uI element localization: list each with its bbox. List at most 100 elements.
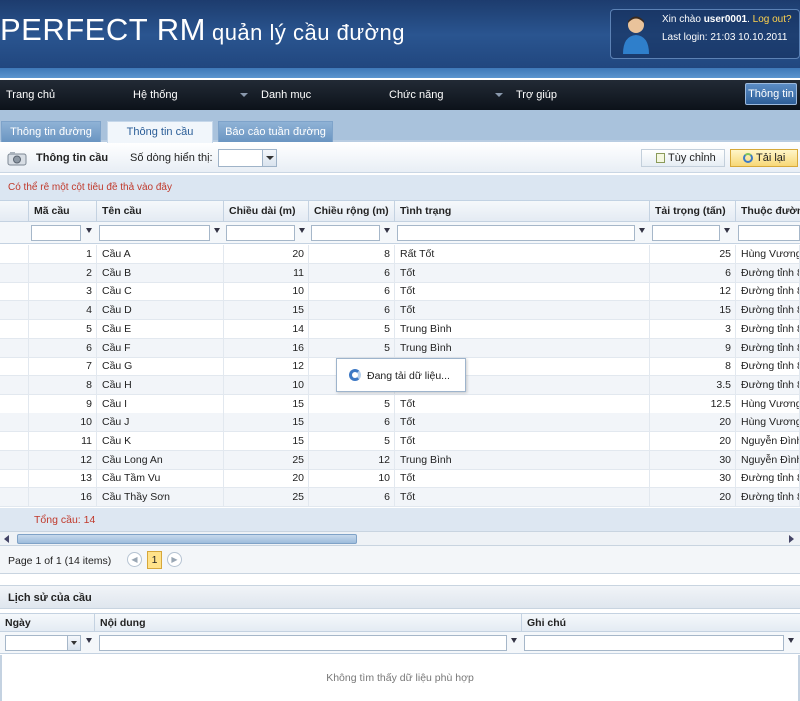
table-cell-length: 25 xyxy=(224,450,309,470)
filter-icon[interactable] xyxy=(214,228,220,233)
table-cell-id: 10 xyxy=(29,413,97,433)
row-indicator-cell[interactable] xyxy=(0,375,29,395)
filter-road[interactable] xyxy=(738,225,800,241)
logout-link[interactable]: Log out? xyxy=(753,14,792,25)
app-header: PERFECT RM quản lý cầu đường Xin chào use… xyxy=(0,0,800,78)
table-cell-id: 1 xyxy=(29,245,97,264)
header-note[interactable]: Ghi chú xyxy=(522,614,800,633)
history-filter-row xyxy=(0,632,800,654)
filter-length[interactable] xyxy=(226,225,295,241)
tab-road-info[interactable]: Thông tin đường xyxy=(1,121,101,142)
header-road[interactable]: Thuộc đường xyxy=(736,201,800,222)
header-width[interactable]: Chiều rộng (m) xyxy=(309,201,395,222)
last-login: Last login: 21:03 10.10.2011 xyxy=(662,32,788,43)
table-row[interactable]: 6 Cầu F 16 5 Trung Bình 9 Đường tỉnh 8 xyxy=(0,338,800,358)
table-row[interactable]: 3 Cầu C 10 6 Tốt 12 Đường tỉnh 8 xyxy=(0,282,800,302)
row-indicator-cell[interactable] xyxy=(0,432,29,451)
next-page-icon[interactable]: ▶ xyxy=(167,552,182,567)
main-nav: Trang chủ Hệ thống Danh mục Chức năng Tr… xyxy=(0,80,800,110)
filter-load[interactable] xyxy=(652,225,720,241)
table-row[interactable]: 13 Cầu Tầm Vu 20 10 Tốt 30 Đường tỉnh 8 xyxy=(0,469,800,489)
scrollbar-thumb[interactable] xyxy=(17,534,357,544)
filter-icon[interactable] xyxy=(384,228,390,233)
horizontal-scrollbar[interactable] xyxy=(0,531,800,546)
table-row[interactable]: 16 Cầu Thầy Sơn 25 6 Tốt 20 Đường tỉnh 8 xyxy=(0,488,800,508)
header-load[interactable]: Tải trọng (tấn) xyxy=(650,201,736,222)
info-button[interactable]: Thông tin xyxy=(745,83,797,105)
loading-text: Đang tải dữ liệu... xyxy=(367,370,450,382)
table-cell-length: 10 xyxy=(224,375,309,395)
table-cell-load: 30 xyxy=(650,469,736,489)
table-row[interactable]: 10 Cầu J 15 6 Tốt 20 Hùng Vương xyxy=(0,413,800,433)
row-indicator-cell[interactable] xyxy=(0,263,29,283)
table-cell-road: Đường tỉnh 8 xyxy=(736,488,800,508)
table-cell-road: Nguyễn Đình xyxy=(736,450,800,470)
header-status[interactable]: Tình trạng xyxy=(395,201,650,222)
filter-icon[interactable] xyxy=(86,228,92,233)
table-row[interactable]: 1 Cầu A 20 8 Rất Tốt 25 Hùng Vương xyxy=(0,245,800,264)
row-indicator-cell[interactable] xyxy=(0,450,29,470)
table-cell-status: Tốt xyxy=(395,282,650,302)
rows-per-page-select[interactable] xyxy=(218,149,277,167)
table-cell-name: Cầu B xyxy=(97,263,224,283)
nav-item-catalog[interactable]: Danh mục xyxy=(261,89,311,101)
row-indicator-cell[interactable] xyxy=(0,301,29,321)
table-cell-length: 15 xyxy=(224,301,309,321)
table-row[interactable]: 5 Cầu E 14 5 Trung Bình 3 Đường tỉnh 8 xyxy=(0,319,800,339)
filter-status[interactable] xyxy=(397,225,635,241)
scroll-right-icon[interactable] xyxy=(789,535,794,543)
page-number-button[interactable]: 1 xyxy=(147,551,162,569)
header-bridge-code[interactable]: Mã cầu xyxy=(29,201,97,222)
filter-width[interactable] xyxy=(311,225,380,241)
filter-icon[interactable] xyxy=(788,638,794,643)
tab-road-weekly-report[interactable]: Báo cáo tuần đường xyxy=(218,121,333,142)
header-content[interactable]: Nội dung xyxy=(95,614,522,633)
filter-icon[interactable] xyxy=(639,228,645,233)
history-title: Lịch sử của cầu xyxy=(8,592,92,604)
nav-item-help[interactable]: Trợ giúp xyxy=(516,89,557,101)
header-bridge-name[interactable]: Tên cầu xyxy=(97,201,224,222)
filter-date[interactable] xyxy=(5,635,81,651)
row-indicator-cell[interactable] xyxy=(0,282,29,302)
table-row[interactable]: 12 Cầu Long An 25 12 Trung Bình 30 Nguyễn Đình xyxy=(0,450,800,470)
reload-button[interactable]: Tải lại xyxy=(730,149,798,167)
nav-item-home[interactable]: Trang chủ xyxy=(6,89,55,101)
table-row[interactable]: 11 Cầu K 15 5 Tốt 20 Nguyễn Đình xyxy=(0,432,800,451)
filter-icon[interactable] xyxy=(299,228,305,233)
table-row[interactable]: 4 Cầu D 15 6 Tốt 15 Đường tỉnh 8 xyxy=(0,301,800,321)
table-cell-load: 9 xyxy=(650,338,736,358)
filter-note[interactable] xyxy=(524,635,784,651)
filter-icon[interactable] xyxy=(511,638,517,643)
customize-button[interactable]: Tùy chỉnh xyxy=(641,149,725,167)
table-row[interactable]: 2 Cầu B 11 6 Tốt 6 Đường tỉnh 8 xyxy=(0,263,800,283)
filter-content[interactable] xyxy=(99,635,507,651)
row-indicator-cell[interactable] xyxy=(0,245,29,264)
row-indicator-cell[interactable] xyxy=(0,357,29,377)
filter-icon[interactable] xyxy=(86,638,92,643)
table-cell-name: Cầu H xyxy=(97,375,224,395)
row-indicator-cell[interactable] xyxy=(0,469,29,489)
row-indicator-cell[interactable] xyxy=(0,319,29,339)
nav-item-functions[interactable]: Chức năng xyxy=(389,89,443,101)
header-length[interactable]: Chiều dài (m) xyxy=(224,201,309,222)
prev-page-icon[interactable]: ◀ xyxy=(127,552,142,567)
group-by-panel[interactable]: Có thể rê một cột tiêu đề thả vào đây xyxy=(0,175,800,201)
row-indicator-cell[interactable] xyxy=(0,338,29,358)
header-date[interactable]: Ngày xyxy=(0,614,95,633)
filter-bridge-name[interactable] xyxy=(99,225,210,241)
tab-bridge-info[interactable]: Thông tin cầu xyxy=(107,121,213,143)
table-cell-length: 20 xyxy=(224,469,309,489)
rows-per-page-label: Số dòng hiển thị: xyxy=(130,152,213,164)
grid-header: Mã cầu Tên cầu Chiều dài (m) Chiều rộng … xyxy=(0,201,800,222)
table-row[interactable]: 9 Cầu I 15 5 Tốt 12.5 Hùng Vương xyxy=(0,394,800,414)
table-cell-id: 9 xyxy=(29,394,97,414)
scroll-left-icon[interactable] xyxy=(4,535,9,543)
filter-bridge-code[interactable] xyxy=(31,225,81,241)
date-dropdown-button[interactable] xyxy=(67,636,80,650)
row-indicator-cell[interactable] xyxy=(0,394,29,414)
filter-icon[interactable] xyxy=(724,228,730,233)
dropdown-button[interactable] xyxy=(262,150,276,166)
nav-item-system[interactable]: Hệ thống xyxy=(133,89,178,101)
row-indicator-cell[interactable] xyxy=(0,488,29,508)
row-indicator-cell[interactable] xyxy=(0,413,29,433)
